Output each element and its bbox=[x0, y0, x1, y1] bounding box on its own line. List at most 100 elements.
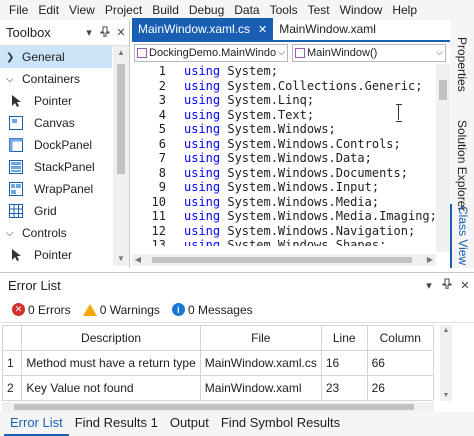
tab-mainwindow-xaml[interactable]: MainWindow.xaml bbox=[273, 18, 382, 40]
line-number: 8 bbox=[158, 165, 166, 180]
menu-file[interactable]: File bbox=[4, 0, 33, 20]
errors-filter-button[interactable]: ✕ 0 Errors bbox=[12, 303, 71, 317]
gutter-gap bbox=[166, 238, 184, 246]
scrollbar-thumb[interactable] bbox=[14, 404, 414, 410]
column-header-file[interactable]: File bbox=[199, 325, 322, 351]
menu-view[interactable]: View bbox=[64, 0, 100, 20]
class-icon bbox=[137, 48, 147, 58]
editor-horizontal-scrollbar[interactable]: ◀ ▶ bbox=[132, 254, 436, 266]
scroll-down-icon[interactable]: ▼ bbox=[440, 392, 452, 399]
toolbox-category-general[interactable]: ❯ General bbox=[0, 46, 112, 68]
code-line[interactable]: 7 using System.Windows.Data; bbox=[132, 151, 450, 166]
dockpanel-icon bbox=[8, 137, 26, 153]
toolbox-item-label: WrapPanel bbox=[34, 182, 94, 196]
error-list-panel: Error List ▾ ✕ ✕ 0 Errors 0 Warnings i 0… bbox=[0, 272, 474, 412]
line-number: 13 bbox=[151, 238, 166, 246]
tab-error-list[interactable]: Error List bbox=[4, 412, 69, 436]
navigation-bar: DockingDemo.MainWindo ⌵ MainWindow() ⌵ bbox=[132, 42, 450, 64]
code-line[interactable]: 4 using System.Text; bbox=[132, 108, 450, 123]
scroll-left-icon[interactable]: ◀ bbox=[132, 254, 144, 266]
table-row[interactable]: 1 Method must have a return type MainWin… bbox=[1, 350, 435, 376]
scroll-up-icon[interactable]: ▲ bbox=[440, 327, 452, 334]
line-number: 3 bbox=[158, 93, 166, 107]
error-list-vertical-scrollbar[interactable]: ▲ ▼ bbox=[440, 325, 452, 401]
menu-window[interactable]: Window bbox=[335, 0, 388, 20]
scrollbar-thumb[interactable] bbox=[439, 80, 447, 100]
chevron-down-icon: ⌵ bbox=[6, 227, 14, 239]
error-list-horizontal-scrollbar[interactable] bbox=[2, 402, 434, 412]
keyword-token: using bbox=[184, 93, 221, 107]
document-tabs: MainWindow.xaml.cs ✕ MainWindow.xaml bbox=[132, 18, 450, 42]
chevron-down-icon[interactable]: ▾ bbox=[420, 279, 438, 292]
menu-build[interactable]: Build bbox=[147, 0, 184, 20]
toolbox-tool-pointer[interactable]: Pointer bbox=[0, 244, 112, 266]
warnings-filter-button[interactable]: 0 Warnings bbox=[82, 303, 160, 317]
column-header-description[interactable]: Description bbox=[21, 325, 201, 351]
menu-debug[interactable]: Debug bbox=[184, 0, 229, 20]
close-icon[interactable]: ✕ bbox=[258, 23, 267, 36]
toolbox-tool-grid[interactable]: Grid bbox=[0, 200, 112, 222]
menu-project[interactable]: Project bbox=[100, 0, 147, 20]
code-line[interactable]: 12 using System.Windows.Navigation; bbox=[132, 224, 450, 239]
keyword-token: using bbox=[184, 238, 221, 246]
menu-data[interactable]: Data bbox=[229, 0, 264, 20]
code-line[interactable]: 8 using System.Windows.Documents; bbox=[132, 166, 450, 181]
code-line[interactable]: 2 using System.Collections.Generic; bbox=[132, 79, 450, 94]
toolbox-category-containers[interactable]: ⌵ Containers bbox=[0, 68, 112, 90]
scrollbar-thumb[interactable] bbox=[117, 64, 125, 174]
code-line[interactable]: 13 using System.Windows.Shapes; bbox=[132, 238, 450, 246]
pin-icon[interactable] bbox=[97, 26, 113, 40]
code-token: System.Windows.Input; bbox=[227, 180, 380, 194]
cell-file: MainWindow.xaml.cs bbox=[199, 350, 322, 376]
code-line[interactable]: 1 using System; bbox=[132, 64, 450, 79]
code-token: System.Windows; bbox=[227, 122, 336, 136]
close-icon[interactable]: ✕ bbox=[113, 26, 129, 39]
messages-count-label: 0 Messages bbox=[187, 302, 253, 317]
editor-vertical-scrollbar[interactable] bbox=[436, 64, 450, 252]
table-row[interactable]: 2 Key Value not found MainWindow.xaml 23… bbox=[1, 375, 435, 401]
code-line[interactable]: 10 using System.Windows.Media; bbox=[132, 195, 450, 210]
toolbox-tool-pointer[interactable]: Pointer bbox=[0, 90, 112, 112]
type-dropdown[interactable]: DockingDemo.MainWindo ⌵ bbox=[134, 44, 288, 62]
code-token: System.Windows.Documents; bbox=[227, 165, 408, 180]
column-header-line[interactable]: Line bbox=[320, 325, 368, 351]
pin-icon[interactable] bbox=[438, 278, 456, 292]
chevron-down-icon[interactable]: ▾ bbox=[81, 26, 97, 39]
scroll-down-icon[interactable]: ▼ bbox=[113, 252, 129, 266]
scroll-right-icon[interactable]: ▶ bbox=[424, 254, 436, 266]
menu-tools[interactable]: Tools bbox=[265, 0, 303, 20]
member-dropdown[interactable]: MainWindow() ⌵ bbox=[292, 44, 446, 62]
code-line[interactable]: 9 using System.Windows.Input; bbox=[132, 180, 450, 195]
close-icon[interactable]: ✕ bbox=[456, 279, 474, 292]
code-line[interactable]: 6 using System.Windows.Controls; bbox=[132, 137, 450, 152]
tab-find-results-1[interactable]: Find Results 1 bbox=[69, 412, 164, 436]
code-token: System.Windows.Controls; bbox=[227, 136, 401, 151]
toolbox-scrollbar[interactable]: ▲ ▼ bbox=[113, 46, 129, 266]
column-header-column[interactable]: Column bbox=[366, 325, 435, 351]
toolbox-tool-stackpanel[interactable]: StackPanel bbox=[0, 156, 112, 178]
toolbox-tool-dockpanel[interactable]: DockPanel bbox=[0, 134, 112, 156]
menu-edit[interactable]: Edit bbox=[33, 0, 64, 20]
code-area[interactable]: 1 using System; 2 using System.Collections.… bbox=[132, 64, 450, 246]
tab-label: MainWindow.xaml bbox=[279, 22, 376, 36]
menu-test[interactable]: Test bbox=[303, 0, 335, 20]
gutter-gap bbox=[166, 151, 184, 166]
gutter-gap bbox=[166, 166, 184, 181]
tab-mainwindow-xaml-cs[interactable]: MainWindow.xaml.cs ✕ bbox=[132, 18, 274, 40]
tab-output[interactable]: Output bbox=[164, 412, 215, 436]
code-line[interactable]: 11 using System.Windows.Media.Imaging; bbox=[132, 209, 450, 224]
toolbox-tool-canvas[interactable]: Canvas bbox=[0, 112, 112, 134]
scroll-up-icon[interactable]: ▲ bbox=[113, 46, 129, 60]
code-line[interactable]: 5 using System.Windows; bbox=[132, 122, 450, 137]
toolbox-tool-wrappanel[interactable]: WrapPanel bbox=[0, 178, 112, 200]
menu-help[interactable]: Help bbox=[387, 0, 422, 20]
messages-filter-button[interactable]: i 0 Messages bbox=[171, 302, 253, 317]
code-line[interactable]: 3 using System.Linq; bbox=[132, 93, 450, 108]
toolbox-category-controls[interactable]: ⌵ Controls bbox=[0, 222, 112, 244]
tab-find-symbol-results[interactable]: Find Symbol Results bbox=[215, 412, 346, 436]
scrollbar-thumb[interactable] bbox=[152, 257, 412, 263]
tab-properties[interactable]: Properties bbox=[450, 24, 474, 104]
column-header-index[interactable] bbox=[1, 325, 23, 351]
tab-class-view[interactable]: Class View bbox=[450, 204, 474, 268]
